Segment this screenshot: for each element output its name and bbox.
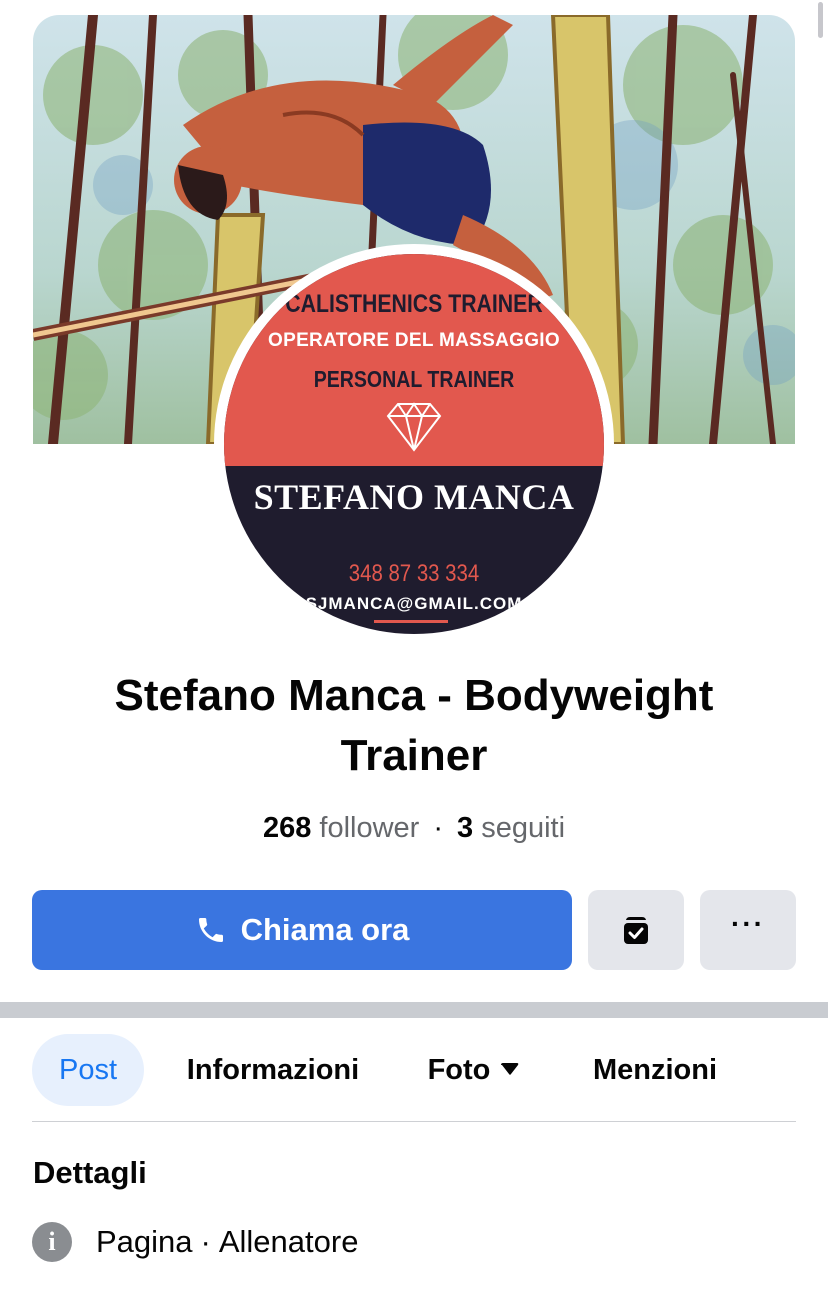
tab-menzioni[interactable]: Menzioni <box>578 1034 732 1106</box>
phone-icon <box>198 918 223 942</box>
more-dots-icon: ··· <box>731 908 765 939</box>
stats-separator: · <box>433 812 444 844</box>
shopping-bag-check-icon <box>624 917 648 944</box>
followers-count: 268 <box>262 812 312 844</box>
follower-stats[interactable]: 268 follower · 3 seguiti <box>0 812 828 845</box>
followers-label: follower <box>319 812 420 844</box>
tab-foto-label: Foto <box>427 1053 491 1086</box>
tab-post[interactable]: Post <box>32 1034 144 1106</box>
diamond-icon <box>386 402 442 452</box>
detail-value: Allenatore <box>218 1224 359 1259</box>
section-divider <box>0 1002 828 1018</box>
avatar-text-calisthenics: CALISTHENICS TRAINER <box>285 290 543 318</box>
avatar-text-name: STEFANO MANCA <box>253 477 575 517</box>
avatar-text-massaggio: OPERATORE DEL MASSAGGIO <box>268 330 560 351</box>
tabs-divider <box>32 1121 796 1122</box>
avatar-text-email: SJMANCA@GMAIL.COM <box>305 594 523 613</box>
details-heading: Dettagli <box>33 1155 147 1190</box>
info-icon: i <box>32 1222 72 1262</box>
profile-page: CALISTHENICS TRAINER OPERATORE DEL MASSA… <box>0 0 828 1297</box>
detail-label: Pagina <box>96 1224 193 1259</box>
caret-down-icon <box>501 1063 519 1075</box>
avatar-underline <box>374 620 448 623</box>
following-label: seguiti <box>481 812 566 844</box>
tab-informazioni[interactable]: Informazioni <box>170 1034 376 1106</box>
detail-separator: · <box>200 1224 211 1259</box>
avatar-text-personal-trainer: PERSONAL TRAINER <box>313 366 515 392</box>
avatar-text-phone: 348 87 33 334 <box>348 560 480 587</box>
tab-foto[interactable]: Foto <box>414 1034 534 1106</box>
scroll-indicator[interactable] <box>818 2 823 38</box>
detail-category-row[interactable]: i Pagina · Allenatore <box>32 1220 358 1264</box>
call-now-button[interactable]: Chiama ora <box>32 890 572 970</box>
shop-button[interactable] <box>588 890 684 970</box>
more-options-button[interactable]: ··· <box>700 890 796 970</box>
call-now-label: Chiama ora <box>240 912 410 947</box>
following-count: 3 <box>457 812 474 844</box>
page-title: Stefano Manca - Bodyweight Trainer <box>114 671 714 780</box>
profile-picture[interactable]: CALISTHENICS TRAINER OPERATORE DEL MASSA… <box>224 254 604 634</box>
